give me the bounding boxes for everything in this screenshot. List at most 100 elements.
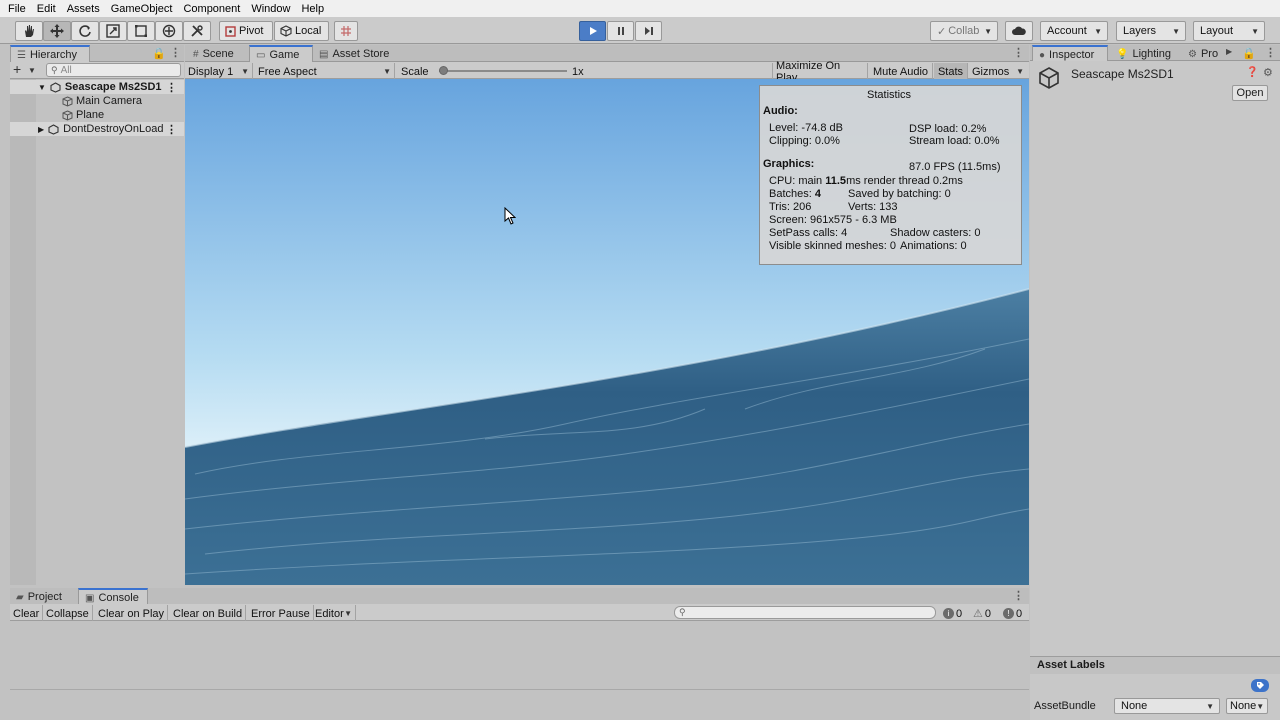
menu-component[interactable]: Component — [183, 3, 240, 15]
settings-icon[interactable]: ⚙ — [1263, 66, 1273, 79]
move-tool-button[interactable] — [43, 21, 71, 41]
hierarchy-tabbar: ☰ Hierarchy 🔒 ⋮ — [10, 45, 184, 63]
console-splitter[interactable] — [10, 689, 1029, 690]
layers-label: Layers — [1123, 25, 1157, 37]
tab-hierarchy[interactable]: ☰ Hierarchy — [10, 45, 90, 63]
hierarchy-item-scene[interactable]: ▼ Seascape Ms2SD1 ⋮ — [10, 80, 184, 94]
assetbundle-dropdown[interactable]: None ▼ — [1114, 698, 1220, 714]
chevron-down-icon: ▼ — [1256, 701, 1265, 711]
layers-dropdown[interactable]: Layers ▼ — [1116, 21, 1186, 41]
rotate-tool-button[interactable] — [71, 21, 99, 41]
chevron-down-icon[interactable]: ▼ — [28, 66, 36, 75]
menu-assets[interactable]: Assets — [67, 3, 100, 15]
menu-gameobject[interactable]: GameObject — [111, 3, 173, 15]
open-button[interactable]: Open — [1232, 85, 1268, 101]
menu-file[interactable]: File — [8, 3, 26, 15]
animations: Animations: 0 — [900, 240, 967, 252]
warning-filter-toggle[interactable]: ⚠ 0 — [970, 605, 994, 622]
hand-tool-button[interactable] — [15, 21, 43, 41]
stats-toggle[interactable]: Stats — [934, 63, 968, 80]
cube-icon — [62, 109, 73, 121]
local-toggle[interactable]: Local — [274, 21, 329, 41]
collapse-toggle[interactable]: Collapse — [43, 605, 93, 622]
wrench-icon — [191, 25, 203, 37]
setpass-calls: SetPass calls: 4 — [769, 227, 848, 239]
error-pause-toggle[interactable]: Error Pause — [248, 605, 314, 622]
scale-tool-button[interactable] — [99, 21, 127, 41]
console-log-area[interactable] — [10, 621, 1029, 720]
add-icon[interactable]: + — [13, 61, 21, 77]
menu-help[interactable]: Help — [301, 3, 324, 15]
chevron-right-icon[interactable]: ▶ — [1226, 47, 1232, 56]
collab-dropdown[interactable]: ✓ Collab ▼ — [930, 21, 998, 41]
clear-button[interactable]: Clear — [10, 605, 44, 622]
tab-scene-label: Scene — [202, 48, 234, 60]
kebab-menu-icon[interactable]: ⋮ — [166, 123, 177, 136]
clear-on-play-toggle[interactable]: Clear on Play — [95, 605, 169, 622]
gamepad-icon: ▭ — [256, 49, 266, 61]
kebab-menu-icon[interactable]: ⋮ — [1013, 46, 1024, 59]
console-search-input[interactable]: ⚲ — [674, 606, 936, 619]
chevron-down-icon: ▼ — [383, 67, 391, 76]
tag-button[interactable] — [1251, 679, 1269, 692]
help-icon[interactable]: ❓ — [1246, 67, 1258, 78]
tab-project-label: Project — [27, 591, 62, 603]
custom-tool-button[interactable] — [183, 21, 211, 41]
hierarchy-search-input[interactable]: ⚲ All — [46, 63, 181, 77]
bottom-tabbar: ▰ Project ▣ Console ⋮ — [10, 588, 1029, 606]
error-count: 0 — [1016, 607, 1023, 620]
kebab-menu-icon[interactable]: ⋮ — [1265, 46, 1276, 59]
mute-audio-toggle[interactable]: Mute Audio — [869, 63, 933, 80]
info-filter-toggle[interactable]: i 0 — [940, 605, 965, 622]
chevron-down-icon: ▼ — [344, 609, 352, 618]
transform-tool-button[interactable] — [155, 21, 183, 41]
move-icon — [50, 24, 64, 38]
kebab-menu-icon[interactable]: ⋮ — [1013, 589, 1024, 602]
error-filter-toggle[interactable]: ! 0 — [1000, 605, 1025, 622]
scale-icon — [106, 24, 120, 38]
kebab-menu-icon[interactable]: ⋮ — [166, 81, 177, 94]
menu-window[interactable]: Window — [251, 3, 290, 15]
lock-icon[interactable]: 🔒 — [1242, 47, 1256, 60]
tab-scene[interactable]: # Scene — [187, 45, 249, 63]
chevron-right-icon[interactable]: ▶ — [38, 125, 44, 134]
saved-by-batching: Saved by batching: 0 — [848, 188, 951, 200]
scale-value: 1x — [572, 65, 584, 78]
tab-game[interactable]: ▭ Game — [249, 45, 313, 63]
hierarchy-item-dontdestroyonload[interactable]: ▶ DontDestroyOnLoad ⋮ — [10, 122, 184, 136]
grid-snap-button[interactable] — [334, 21, 358, 41]
grid-icon: # — [193, 48, 199, 60]
chevron-down-icon[interactable]: ▼ — [38, 83, 46, 92]
tab-asset-store[interactable]: ▤ Asset Store — [313, 45, 397, 63]
step-button[interactable] — [635, 21, 662, 41]
clear-on-build-toggle[interactable]: Clear on Build — [170, 605, 247, 622]
kebab-menu-icon[interactable]: ⋮ — [170, 46, 181, 59]
pivot-icon — [225, 25, 236, 37]
statistics-title: Statistics — [867, 89, 912, 101]
maximize-on-play-toggle[interactable]: Maximize On Play — [772, 60, 868, 84]
aspect-dropdown[interactable]: Free Aspect ▼ — [255, 63, 395, 80]
audio-level: Level: -74.8 dB — [769, 122, 843, 134]
cloud-button[interactable] — [1005, 21, 1033, 41]
menu-edit[interactable]: Edit — [37, 3, 56, 15]
gizmos-dropdown[interactable]: Gizmos ▼ — [969, 63, 1027, 80]
rect-tool-button[interactable] — [127, 21, 155, 41]
hierarchy-item-plane[interactable]: Plane — [10, 108, 184, 122]
lock-icon[interactable]: 🔒 — [152, 47, 166, 60]
hierarchy-item-main-camera[interactable]: Main Camera — [10, 94, 184, 108]
warning-count: 0 — [984, 607, 991, 620]
play-button[interactable] — [579, 21, 606, 41]
scale-slider[interactable] — [439, 66, 567, 75]
layout-dropdown[interactable]: Layout ▼ — [1193, 21, 1265, 41]
chevron-down-icon: ▼ — [241, 67, 249, 76]
search-placeholder: All — [60, 64, 72, 76]
account-dropdown[interactable]: Account ▼ — [1040, 21, 1108, 41]
collab-label: Collab — [948, 25, 980, 37]
hierarchy-list: ▼ Seascape Ms2SD1 ⋮ Main Camera Plane ▶ … — [10, 79, 184, 585]
editor-dropdown[interactable]: Editor ▼ — [312, 605, 356, 622]
display-dropdown[interactable]: Display 1 ▼ — [185, 63, 253, 80]
assetbundle-variant-dropdown[interactable]: None ▼ — [1226, 698, 1268, 714]
pause-button[interactable] — [607, 21, 634, 41]
pivot-toggle[interactable]: Pivot — [219, 21, 273, 41]
scale-slider-handle[interactable] — [439, 66, 448, 75]
